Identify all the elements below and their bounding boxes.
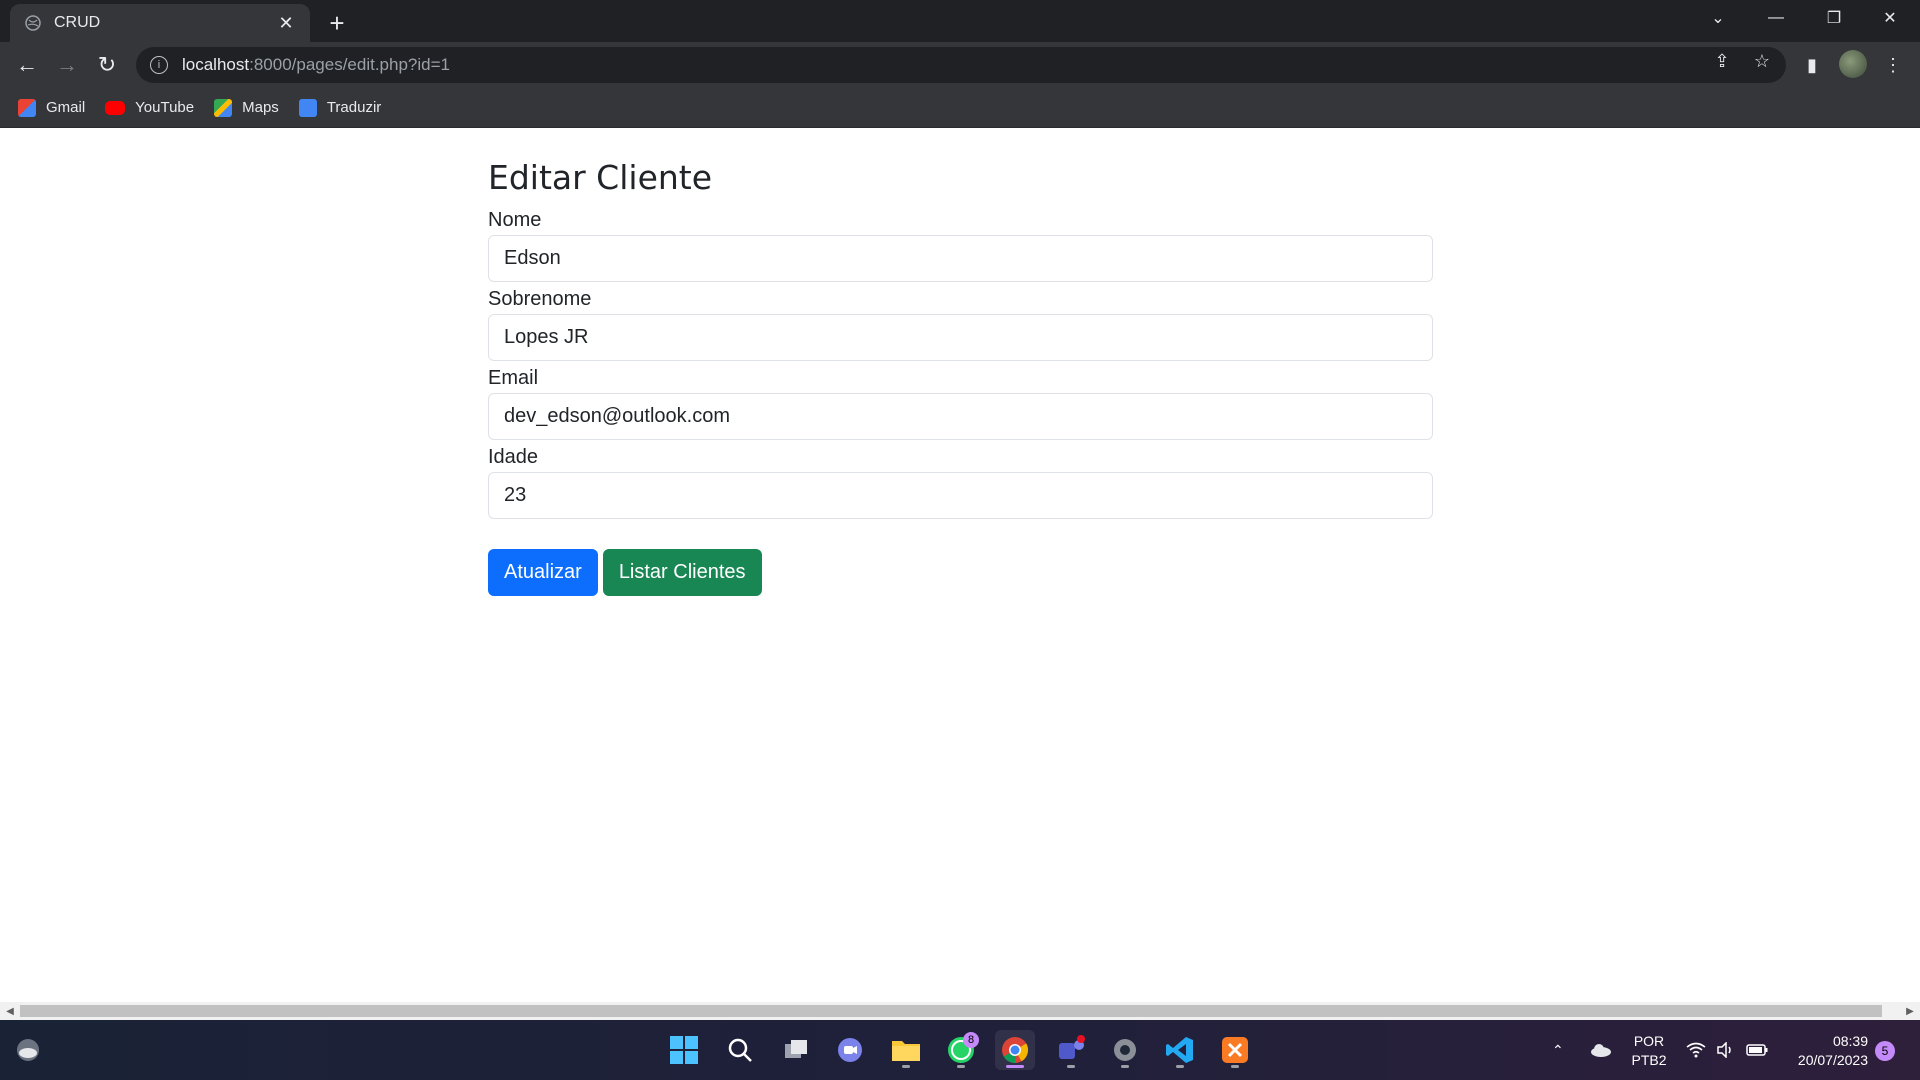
close-tab-icon[interactable]: ✕	[276, 13, 296, 33]
keyboard-layout: PTB2	[1631, 1052, 1667, 1068]
windows-taskbar: 8 ⌃ POR PTB2 08:39 20/07/2023	[0, 1020, 1920, 1080]
settings-icon[interactable]	[1105, 1030, 1145, 1070]
edit-form: Editar Cliente Nome Sobrenome Email Idad…	[488, 158, 1433, 596]
teams-icon[interactable]	[1051, 1030, 1091, 1070]
running-indicator	[1176, 1065, 1184, 1068]
email-input[interactable]	[488, 393, 1433, 440]
bookmark-label: Maps	[242, 99, 279, 116]
scroll-right-icon[interactable]: ▶	[1903, 1005, 1917, 1017]
bookmark-translate[interactable]: Traduzir	[298, 98, 382, 117]
clock-date: 20/07/2023	[1797, 1052, 1868, 1068]
running-indicator	[1121, 1065, 1129, 1068]
translate-icon	[298, 98, 317, 117]
bookmark-maps[interactable]: Maps	[214, 98, 279, 117]
site-info-icon[interactable]: i	[150, 56, 168, 74]
clock-time: 08:39	[1832, 1033, 1868, 1049]
nome-input[interactable]	[488, 235, 1433, 282]
idade-input[interactable]	[488, 472, 1433, 519]
email-label: Email	[488, 367, 539, 389]
running-indicator	[1006, 1065, 1024, 1068]
chrome-icon[interactable]	[995, 1030, 1035, 1070]
running-indicator	[1231, 1065, 1239, 1068]
start-icon[interactable]	[664, 1030, 704, 1070]
form-actions: Atualizar Listar Clientes	[488, 549, 1432, 596]
update-button[interactable]: Atualizar	[488, 549, 598, 596]
file-explorer-icon[interactable]	[886, 1030, 926, 1070]
side-panel-icon[interactable]: ▮	[1797, 50, 1827, 80]
browser-tab-bar: CRUD ✕ + ⌄ — ❐ ✕	[0, 0, 1920, 42]
running-indicator	[1067, 1065, 1075, 1068]
forward-icon[interactable]: →	[52, 50, 82, 80]
sobrenome-label: Sobrenome	[488, 288, 592, 310]
bookmark-youtube[interactable]: YouTube	[105, 99, 194, 116]
menu-dots-icon[interactable]: ⋮	[1878, 50, 1908, 80]
share-icon[interactable]: ⇪	[1710, 49, 1734, 73]
url-path: :8000/pages/edit.php?id=1	[249, 55, 450, 74]
bookmark-gmail[interactable]: Gmail	[18, 98, 86, 117]
restore-button[interactable]: ❐	[1806, 0, 1862, 36]
wifi-icon[interactable]	[1686, 1020, 1706, 1080]
tab-search-icon[interactable]: ⌄	[1690, 0, 1746, 36]
show-hidden-icons-icon[interactable]: ⌃	[1552, 1020, 1564, 1080]
whatsapp-badge: 8	[963, 1032, 979, 1048]
search-icon[interactable]	[720, 1030, 760, 1070]
profile-avatar[interactable]	[1839, 50, 1867, 78]
xampp-icon[interactable]	[1215, 1030, 1255, 1070]
running-indicator	[902, 1065, 910, 1068]
bookmarks-bar: Gmail YouTube Maps Traduzir	[0, 88, 1920, 128]
youtube-icon	[105, 100, 126, 115]
bookmark-label: YouTube	[135, 99, 195, 116]
browser-toolbar: ← → ↻ i localhost:8000/pages/edit.php?id…	[0, 42, 1920, 88]
scrollbar-thumb[interactable]	[20, 1005, 1882, 1017]
bookmark-label: Gmail	[46, 99, 86, 116]
maps-icon	[214, 98, 233, 117]
new-tab-button[interactable]: +	[322, 8, 352, 38]
nome-label: Nome	[488, 209, 542, 231]
onedrive-icon[interactable]	[1590, 1020, 1612, 1080]
globe-icon	[24, 14, 42, 32]
list-clients-button[interactable]: Listar Clientes	[602, 549, 762, 596]
address-bar[interactable]: i localhost:8000/pages/edit.php?id=1	[136, 47, 1786, 83]
back-icon[interactable]: ←	[12, 50, 42, 80]
scroll-left-icon[interactable]: ◀	[3, 1005, 17, 1017]
close-window-button[interactable]: ✕	[1862, 0, 1918, 36]
tab-title: CRUD	[54, 14, 101, 31]
sobrenome-input[interactable]	[488, 314, 1433, 361]
page-content: Editar Cliente Nome Sobrenome Email Idad…	[0, 128, 1920, 1002]
browser-tab[interactable]: CRUD ✕	[10, 4, 310, 42]
vscode-icon[interactable]	[1160, 1030, 1200, 1070]
running-indicator	[957, 1065, 965, 1068]
bookmark-label: Traduzir	[326, 99, 382, 116]
language-indicator[interactable]: POR PTB2	[1622, 1032, 1676, 1070]
chat-icon[interactable]	[830, 1030, 870, 1070]
whatsapp-icon[interactable]: 8	[941, 1030, 981, 1070]
url-host: localhost	[182, 55, 250, 74]
battery-icon[interactable]	[1746, 1020, 1768, 1080]
clock[interactable]: 08:39 20/07/2023	[1786, 1032, 1868, 1070]
reload-icon[interactable]: ↻	[92, 50, 122, 80]
page-title: Editar Cliente	[488, 158, 713, 197]
volume-icon[interactable]	[1716, 1020, 1736, 1080]
notification-badge[interactable]: 5	[1875, 1041, 1895, 1061]
task-view-icon[interactable]	[776, 1030, 816, 1070]
weather-icon[interactable]	[8, 1030, 48, 1070]
gmail-icon	[18, 98, 36, 117]
language-code: POR	[1633, 1033, 1665, 1049]
minimize-button[interactable]: —	[1748, 0, 1804, 36]
idade-label: Idade	[488, 446, 539, 468]
horizontal-scrollbar[interactable]: ◀ ▶	[0, 1002, 1920, 1020]
bookmark-star-icon[interactable]: ☆	[1750, 49, 1774, 73]
